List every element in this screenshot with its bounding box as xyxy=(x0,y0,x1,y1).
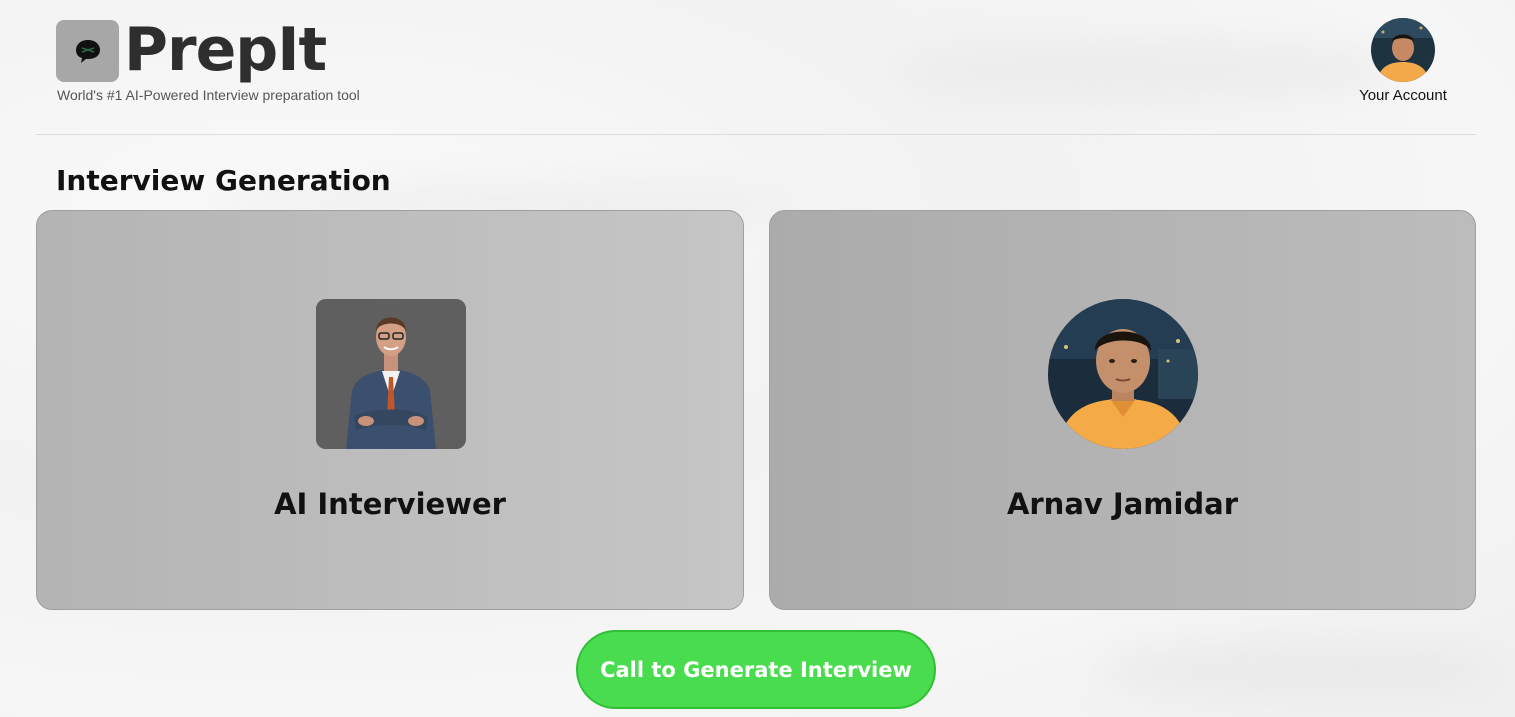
user-name: Arnav Jamidar xyxy=(1006,487,1239,521)
ai-interviewer-card: AI Interviewer xyxy=(36,210,744,610)
app-header: PrepIt World's #1 AI-Powered Interview p… xyxy=(0,0,1515,134)
brand-tagline: World's #1 AI-Powered Interview preparat… xyxy=(57,87,360,103)
call-generate-interview-button[interactable]: Call to Generate Interview xyxy=(576,630,936,709)
brand-name: PrepIt xyxy=(124,15,327,85)
account-avatar-icon[interactable] xyxy=(1371,18,1435,82)
section-title: Interview Generation xyxy=(56,164,391,197)
user-card: Arnav Jamidar xyxy=(769,210,1476,610)
account-label[interactable]: Your Account xyxy=(1359,87,1447,104)
account-menu[interactable]: Your Account xyxy=(1350,18,1456,104)
chat-bubble-icon xyxy=(75,40,100,63)
ai-interviewer-avatar-icon xyxy=(316,299,466,449)
user-avatar-icon xyxy=(1048,299,1198,449)
logo[interactable] xyxy=(56,20,119,82)
ai-interviewer-name: AI Interviewer xyxy=(274,487,506,521)
header-divider xyxy=(36,134,1476,135)
